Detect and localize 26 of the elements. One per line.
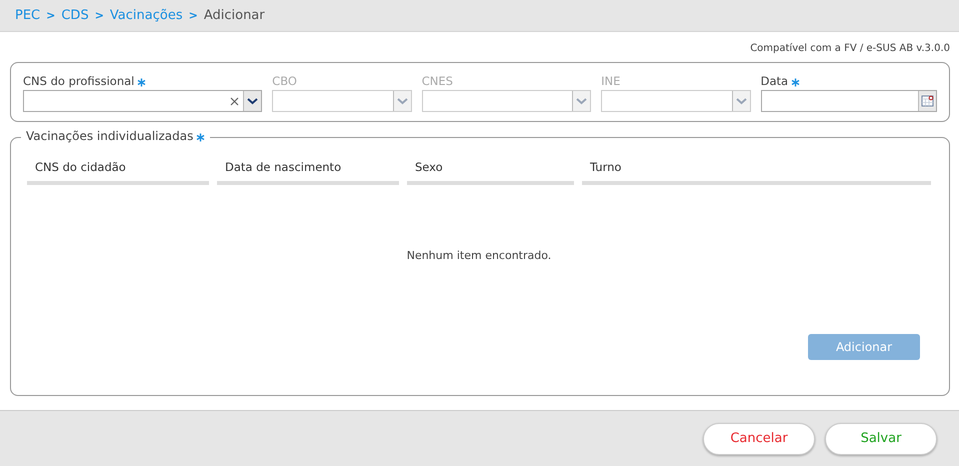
select-field[interactable] — [23, 90, 262, 112]
save-button[interactable]: Salvar — [825, 422, 937, 454]
field-label: CNS do profissional — [23, 74, 134, 88]
column-header: CNS do cidadão — [27, 154, 209, 185]
field-label: Data — [760, 74, 788, 88]
breadcrumb-link[interactable]: PEC — [15, 8, 40, 23]
section-title: Vacinações individualizadas — [26, 129, 194, 143]
field-label: INE — [601, 74, 620, 88]
version-note: Compatível com a FV / e-SUS AB v.3.0.0 — [749, 43, 950, 54]
field-label: CBO — [272, 74, 297, 88]
column-header: Turno — [582, 154, 931, 185]
empty-message: Nenhum item encontrado. — [406, 249, 552, 262]
breadcrumb-link[interactable]: Vacinações — [110, 8, 183, 23]
clear-icon[interactable] — [230, 96, 240, 106]
breadcrumb-current: Adicionar — [204, 8, 265, 23]
breadcrumb-link[interactable]: CDS — [61, 8, 89, 23]
date-field[interactable] — [760, 90, 937, 112]
breadcrumb-separator: > — [188, 9, 198, 22]
breadcrumb-separator: > — [46, 9, 56, 22]
column-header: Sexo — [407, 154, 574, 185]
field-label: CNES — [422, 74, 453, 88]
cancel-button[interactable]: Cancelar — [703, 422, 815, 454]
breadcrumb-separator: > — [94, 9, 104, 22]
column-header: Data de nascimento — [217, 154, 399, 185]
dropdown-icon[interactable] — [243, 91, 262, 111]
calendar-icon[interactable] — [918, 91, 936, 111]
